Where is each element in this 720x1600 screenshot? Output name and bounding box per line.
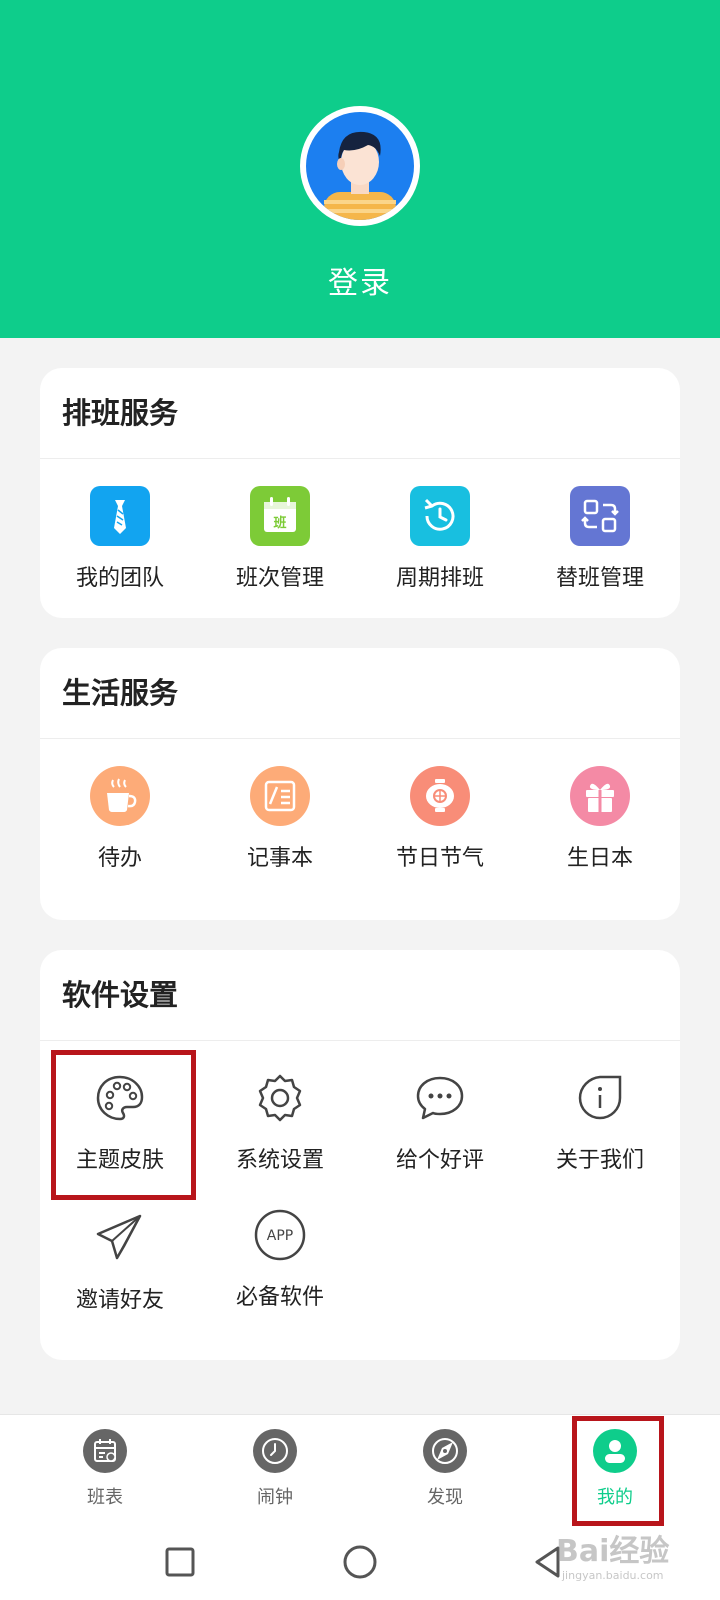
gift-icon bbox=[570, 766, 630, 826]
circle-icon bbox=[343, 1545, 377, 1579]
divider bbox=[40, 458, 680, 459]
invite-friends-button[interactable]: 邀请好友 bbox=[40, 1208, 200, 1338]
section-title: 软件设置 bbox=[62, 978, 179, 1012]
tie-icon bbox=[90, 486, 150, 546]
shift-management-button[interactable]: 班 班次管理 bbox=[200, 486, 360, 616]
square-icon bbox=[165, 1547, 195, 1577]
tile-label: 生日本 bbox=[566, 846, 633, 871]
lantern-icon bbox=[410, 766, 470, 826]
shift-calendar-icon: 班 bbox=[250, 486, 310, 546]
app-icon-text: APP bbox=[267, 1228, 293, 1244]
user-avatar[interactable] bbox=[300, 106, 420, 226]
tile-label: 待办 bbox=[97, 846, 142, 871]
recent-apps-button[interactable] bbox=[160, 1542, 200, 1582]
tab-label: 闹钟 bbox=[257, 1487, 293, 1508]
baidu-watermark: Bai经验 jingyan.baidu.com bbox=[548, 1525, 718, 1585]
tab-schedule[interactable]: 班表 bbox=[20, 1415, 190, 1533]
tab-alarm[interactable]: 闹钟 bbox=[190, 1415, 360, 1533]
gear-icon bbox=[250, 1068, 310, 1128]
cycle-scheduling-button[interactable]: 周期排班 bbox=[360, 486, 520, 616]
tab-discover[interactable]: 发现 bbox=[360, 1415, 530, 1533]
tile-label: 我的团队 bbox=[75, 566, 164, 591]
system-settings-button[interactable]: 系统设置 bbox=[200, 1068, 360, 1198]
todo-button[interactable]: 待办 bbox=[40, 766, 200, 896]
highlight-mine-tab bbox=[572, 1416, 664, 1526]
tile-label: 关于我们 bbox=[555, 1148, 644, 1173]
divider bbox=[40, 1040, 680, 1041]
tile-label: 记事本 bbox=[246, 846, 313, 871]
tile-label: 必备软件 bbox=[235, 1285, 324, 1310]
coffee-cup-icon bbox=[90, 766, 150, 826]
swap-icon bbox=[570, 486, 630, 546]
profile-header: 登录 bbox=[0, 0, 720, 338]
tile-label: 周期排班 bbox=[395, 566, 484, 591]
alarm-tab-icon bbox=[253, 1429, 297, 1473]
svg-text:Bai经验: Bai经验 bbox=[556, 1534, 669, 1569]
divider bbox=[40, 738, 680, 739]
tile-label: 班次管理 bbox=[235, 566, 324, 591]
tile-label: 给个好评 bbox=[395, 1148, 484, 1173]
info-icon bbox=[570, 1068, 630, 1128]
scheduling-services-card: 排班服务 我的团队 班 班次管理 周期排班 替班管理 bbox=[40, 368, 680, 618]
section-title: 生活服务 bbox=[62, 676, 179, 710]
essential-apps-button[interactable]: APP 必备软件 bbox=[200, 1205, 360, 1335]
cycle-clock-icon bbox=[410, 486, 470, 546]
shift-calendar-icon-text: 班 bbox=[273, 515, 286, 531]
highlight-theme-skin bbox=[51, 1050, 196, 1200]
discover-tab-icon bbox=[423, 1429, 467, 1473]
avatar-icon bbox=[306, 112, 414, 220]
chat-bubble-icon bbox=[410, 1068, 470, 1128]
tile-label: 邀请好友 bbox=[75, 1288, 164, 1313]
login-button[interactable]: 登录 bbox=[0, 258, 720, 302]
rate-us-button[interactable]: 给个好评 bbox=[360, 1068, 520, 1198]
app-icon: APP bbox=[250, 1205, 310, 1265]
substitute-management-button[interactable]: 替班管理 bbox=[520, 486, 680, 616]
tile-label: 替班管理 bbox=[555, 566, 644, 591]
paper-plane-icon bbox=[90, 1208, 150, 1268]
festivals-button[interactable]: 节日节气 bbox=[360, 766, 520, 896]
section-title: 排班服务 bbox=[62, 396, 179, 430]
notepad-icon bbox=[250, 766, 310, 826]
svg-text:jingyan.baidu.com: jingyan.baidu.com bbox=[561, 1569, 664, 1582]
birthday-button[interactable]: 生日本 bbox=[520, 766, 680, 896]
tab-label: 发现 bbox=[427, 1487, 463, 1508]
about-us-button[interactable]: 关于我们 bbox=[520, 1068, 680, 1198]
tile-label: 系统设置 bbox=[235, 1148, 324, 1173]
home-button[interactable] bbox=[340, 1542, 380, 1582]
notepad-button[interactable]: 记事本 bbox=[200, 766, 360, 896]
schedule-tab-icon bbox=[83, 1429, 127, 1473]
life-services-card: 生活服务 待办 记事本 节日节气 生日本 bbox=[40, 648, 680, 920]
tab-label: 班表 bbox=[87, 1487, 123, 1508]
tile-label: 节日节气 bbox=[395, 846, 484, 871]
my-team-button[interactable]: 我的团队 bbox=[40, 486, 200, 616]
